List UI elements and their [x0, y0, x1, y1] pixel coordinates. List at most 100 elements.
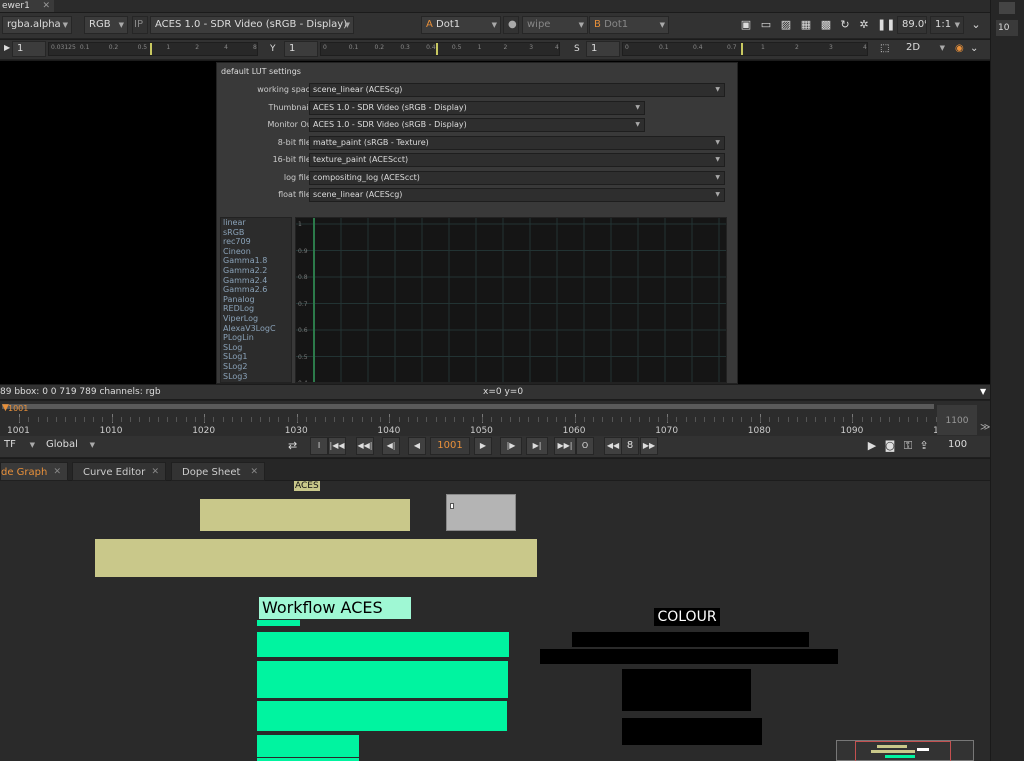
- proxy-icon[interactable]: ⬚: [880, 43, 889, 54]
- timeline-track[interactable]: [2, 404, 934, 409]
- close-icon[interactable]: ✕: [151, 463, 159, 482]
- transport-button[interactable]: O: [576, 437, 594, 455]
- backdrop-khaki-wide[interactable]: [95, 539, 537, 577]
- close-icon[interactable]: ✕: [53, 463, 61, 482]
- gamma-slider[interactable]: 0 0.1 0.2 0.3 0.4 0.5 1 2 3 4: [320, 42, 560, 56]
- current-frame-field[interactable]: 1001: [430, 437, 470, 455]
- loop-icon[interactable]: ⇄: [288, 439, 297, 452]
- tab-node-graph[interactable]: de Graph ✕: [0, 462, 68, 481]
- backdrop-black-4[interactable]: [622, 718, 762, 745]
- lut-list-item[interactable]: PLogLin: [221, 333, 291, 343]
- expand-icon[interactable]: ⌄: [970, 19, 982, 31]
- lut-list-item[interactable]: SLog3: [221, 372, 291, 382]
- lut-list-item[interactable]: REDLog: [221, 304, 291, 314]
- lut-list-item[interactable]: SLog: [221, 343, 291, 353]
- transport-button[interactable]: ◀: [408, 437, 426, 455]
- play-icon[interactable]: ▶: [4, 43, 10, 52]
- lut-row-dropdown[interactable]: compositing_log (ACEScct) ▼: [309, 170, 725, 185]
- backdrop-green-small[interactable]: [257, 620, 300, 626]
- view-mode-dropdown[interactable]: 2D ▼: [902, 41, 948, 57]
- lut-list[interactable]: linear sRGB rec709 Cineon Gamma1.8 Gamma2.2 Ga…: [220, 217, 292, 383]
- export-icon[interactable]: ⇪: [918, 440, 930, 452]
- fast-forward-icon[interactable]: ▶▶: [640, 437, 658, 455]
- lut-row-dropdown[interactable]: scene_linear (ACEScg) ▼: [309, 83, 725, 97]
- backdrop-black-3[interactable]: [622, 669, 751, 711]
- transport-button[interactable]: |◀◀: [328, 437, 346, 455]
- viewer-tab[interactable]: ewer1 ✕: [0, 0, 54, 12]
- tf-dropdown[interactable]: TF ▼: [0, 437, 38, 455]
- channels-dropdown[interactable]: rgba.alpha ▼: [2, 16, 72, 34]
- global-dropdown[interactable]: Global ▼: [42, 437, 98, 455]
- transport-button[interactable]: ▶: [474, 437, 492, 455]
- lut-row-dropdown[interactable]: matte_paint (sRGB - Texture) ▼: [309, 135, 725, 150]
- ratio-dropdown[interactable]: 1:1 ▼: [930, 16, 964, 34]
- node-thumbnail[interactable]: [446, 494, 516, 531]
- gear-icon[interactable]: ✲: [858, 19, 870, 31]
- gain-slider[interactable]: 0.03125 0.1 0.2 0.5 1 2 4 8: [48, 42, 258, 56]
- lut-list-item[interactable]: CLog: [221, 381, 291, 382]
- step-field[interactable]: 8: [621, 437, 639, 455]
- lut-list-item[interactable]: Gamma2.4: [221, 276, 291, 286]
- saturation-field[interactable]: 1: [586, 41, 620, 57]
- viewer-lut-dropdown[interactable]: ACES 1.0 - SDR Video (sRGB - Display) ▼: [150, 16, 354, 34]
- rewind-icon[interactable]: ◀◀: [604, 437, 622, 455]
- wipe-toggle[interactable]: ●: [503, 16, 519, 34]
- lut-list-item[interactable]: AlexaV3LogC: [221, 324, 291, 334]
- backdrop-green-1[interactable]: [257, 632, 509, 657]
- tab-curve-editor[interactable]: Curve Editor ✕: [72, 462, 166, 481]
- lut-list-item[interactable]: SLog1: [221, 352, 291, 362]
- lut-list-item[interactable]: linear: [221, 218, 291, 228]
- transport-button[interactable]: |▶: [500, 437, 522, 455]
- right-field[interactable]: 10: [996, 20, 1018, 36]
- input-b-dropdown[interactable]: B Dot1 ▼: [589, 16, 669, 34]
- tab-dope-sheet[interactable]: Dope Sheet ✕: [171, 462, 265, 481]
- grid-icon[interactable]: ▩: [820, 19, 832, 31]
- camera-icon[interactable]: ◉: [955, 43, 964, 54]
- saturation-slider[interactable]: 0 0.1 0.4 0.7 1 2 3 4: [622, 42, 868, 56]
- transport-button[interactable]: ▶▶|: [554, 437, 576, 455]
- node-graph-minimap[interactable]: [836, 740, 974, 761]
- lut-row-dropdown[interactable]: texture_paint (ACEScct) ▼: [309, 153, 725, 167]
- backdrop-green-2[interactable]: [257, 661, 508, 698]
- close-icon[interactable]: ✕: [250, 463, 258, 482]
- colorspace-dropdown[interactable]: RGB ▼: [84, 16, 128, 34]
- lut-list-item[interactable]: Gamma2.2: [221, 266, 291, 276]
- expand-icon[interactable]: ≫: [980, 422, 990, 433]
- lut-list-item[interactable]: Gamma2.6: [221, 285, 291, 295]
- backdrop-green-3[interactable]: [257, 701, 507, 731]
- transport-button[interactable]: I: [310, 437, 328, 455]
- roi-icon[interactable]: ▣: [740, 19, 752, 31]
- gain-field[interactable]: 1: [12, 41, 46, 57]
- backdrop-black-2[interactable]: [540, 649, 838, 664]
- flipbook-icon[interactable]: ▶: [866, 440, 878, 452]
- lut-list-item[interactable]: SLog2: [221, 362, 291, 372]
- lut-row-dropdown[interactable]: ACES 1.0 - SDR Video (sRGB - Display) ▼: [309, 100, 645, 115]
- backdrop-green-4[interactable]: [257, 735, 359, 757]
- lut-list-item[interactable]: Gamma1.8: [221, 256, 291, 266]
- lut-row-dropdown[interactable]: scene_linear (ACEScg) ▼: [309, 188, 725, 202]
- timeline-end-field[interactable]: 1100: [937, 405, 977, 435]
- mask-icon[interactable]: ▦: [800, 19, 812, 31]
- lut-list-item[interactable]: Cineon: [221, 247, 291, 257]
- lut-list-item[interactable]: ViperLog: [221, 314, 291, 324]
- record-icon[interactable]: ◙: [884, 440, 896, 452]
- transport-button[interactable]: ◀|: [382, 437, 400, 455]
- lock-icon[interactable]: ⚿: [902, 440, 914, 452]
- region-icon[interactable]: ▭: [760, 19, 772, 31]
- pause-icon[interactable]: ❚❚: [877, 19, 895, 31]
- ip-button[interactable]: IP: [132, 16, 148, 34]
- dropdown-arrow-icon[interactable]: ▼: [980, 385, 986, 399]
- gamma-field[interactable]: 1: [284, 41, 318, 57]
- backdrop-khaki[interactable]: [200, 499, 410, 531]
- settings-icon[interactable]: ⌄: [970, 43, 978, 54]
- node-graph-canvas[interactable]: ACES Workflow ACES COLOUR: [0, 481, 990, 761]
- zoom-field[interactable]: 89.0%: [897, 16, 927, 34]
- transport-button[interactable]: ▶|: [526, 437, 548, 455]
- refresh-icon[interactable]: ↻: [839, 19, 851, 31]
- backdrop-black-1[interactable]: [572, 632, 809, 647]
- lut-list-item[interactable]: sRGB: [221, 228, 291, 238]
- fps-field[interactable]: 100: [944, 437, 984, 455]
- clipping-warning-icon[interactable]: ▨: [780, 19, 792, 31]
- lut-list-item[interactable]: rec709: [221, 237, 291, 247]
- transport-button[interactable]: ◀◀|: [356, 437, 374, 455]
